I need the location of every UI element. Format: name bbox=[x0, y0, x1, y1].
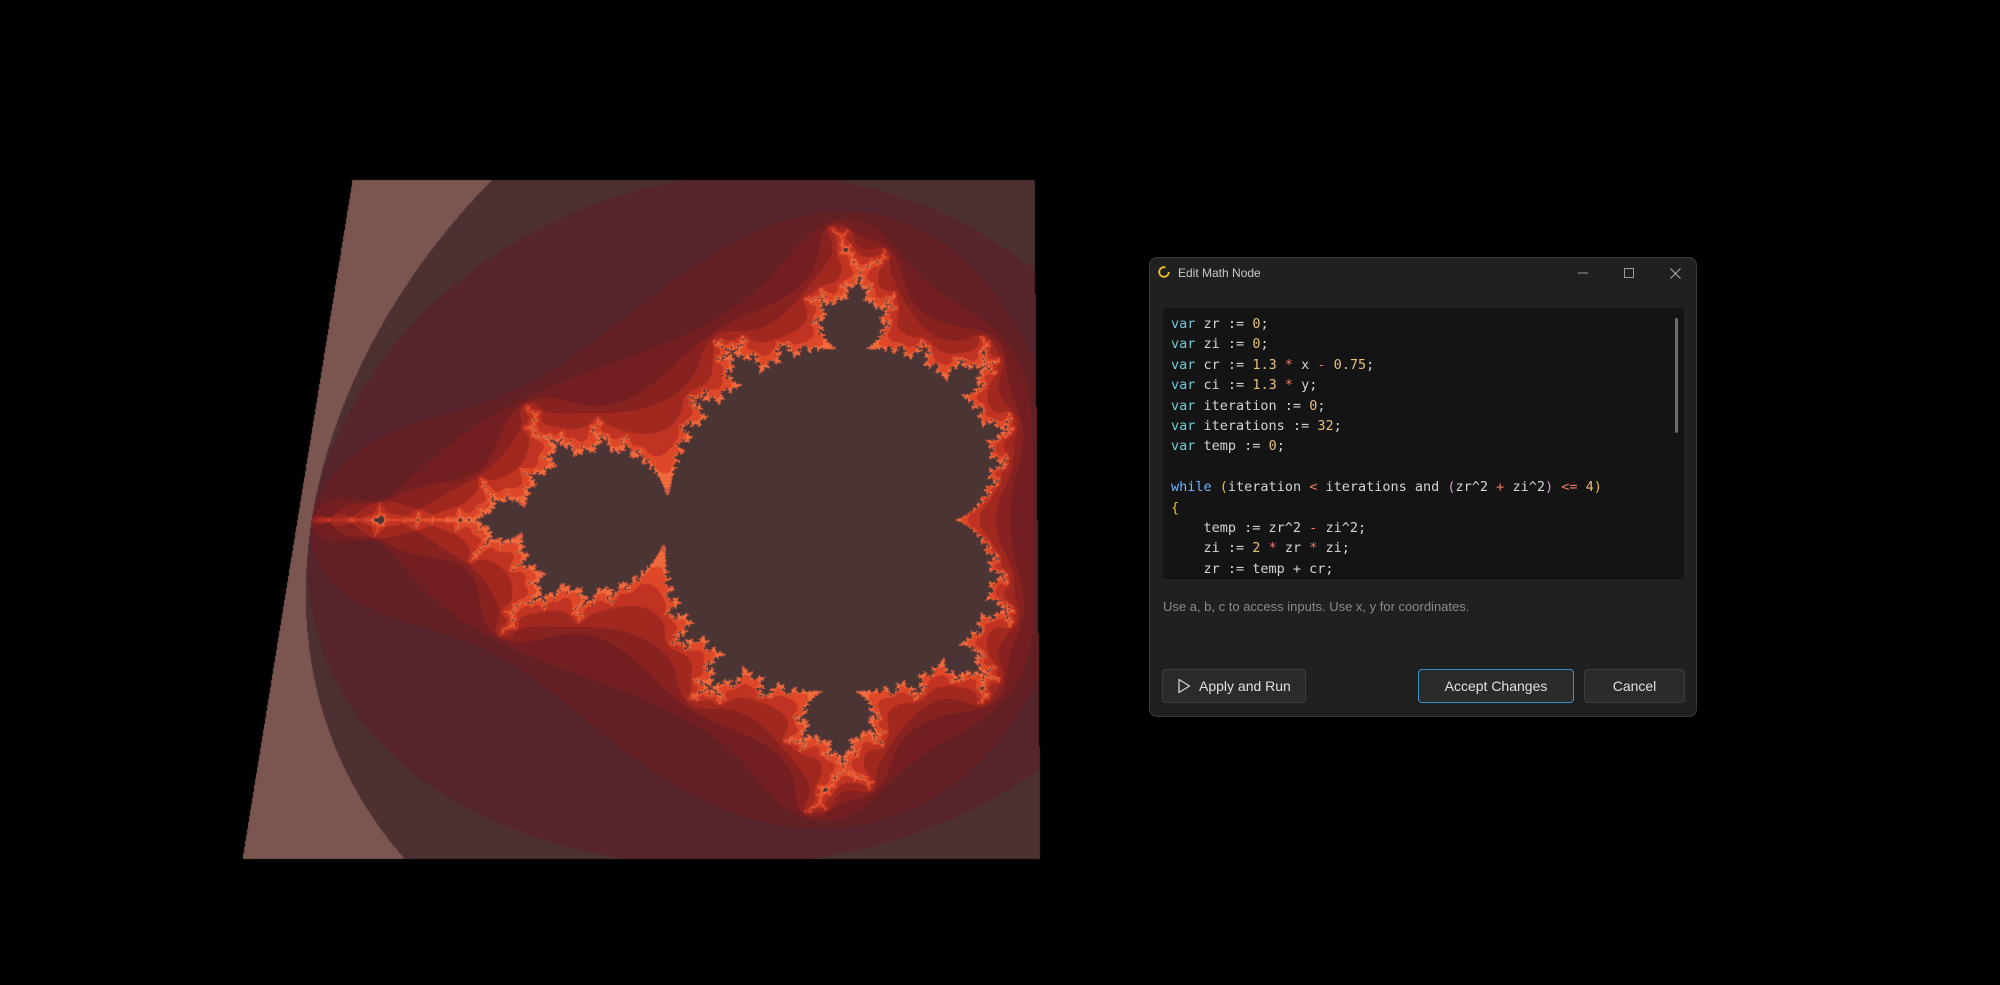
cancel-label: Cancel bbox=[1612, 678, 1657, 694]
code-token: := bbox=[1227, 377, 1245, 394]
code-token: var bbox=[1171, 316, 1196, 332]
code-line[interactable]: { bbox=[1171, 498, 1602, 518]
accept-changes-button[interactable]: Accept Changes bbox=[1418, 669, 1574, 703]
code-line[interactable]: zr := temp + cr; bbox=[1171, 559, 1602, 579]
code-token: := bbox=[1244, 438, 1261, 455]
code-token: iteration bbox=[1227, 479, 1310, 496]
code-token: zi; bbox=[1317, 540, 1350, 557]
dialog-title: Edit Math Node bbox=[1178, 266, 1261, 280]
code-token: zi bbox=[1195, 336, 1228, 353]
code-token: ; bbox=[1333, 417, 1342, 434]
code-token: 1.3 bbox=[1252, 377, 1277, 394]
code-token: 1.3 bbox=[1252, 356, 1277, 373]
code-token: := bbox=[1284, 397, 1302, 414]
fractal-preview bbox=[0, 0, 2000, 985]
code-line[interactable]: var temp := 0; bbox=[1171, 436, 1602, 456]
code-token: ; bbox=[1309, 377, 1318, 394]
code-token: zi := bbox=[1171, 540, 1253, 557]
code-token: ; bbox=[1276, 438, 1285, 455]
code-token: var bbox=[1171, 417, 1196, 434]
code-token: * bbox=[1284, 377, 1293, 394]
code-token: iteration bbox=[1195, 397, 1285, 414]
code-token: ) bbox=[1544, 479, 1554, 496]
code-line[interactable]: var zi := 0; bbox=[1171, 334, 1602, 354]
code-token: temp := zr^2 bbox=[1171, 519, 1310, 536]
title-bar[interactable]: Edit Math Node bbox=[1150, 258, 1696, 288]
code-token: 32 bbox=[1317, 417, 1334, 434]
code-token: ( bbox=[1219, 479, 1228, 496]
code-token: temp bbox=[1195, 438, 1245, 455]
editor-scrollbar[interactable] bbox=[1675, 318, 1678, 433]
code-line[interactable]: var iteration := 0; bbox=[1171, 396, 1602, 416]
code-token: := bbox=[1227, 336, 1245, 353]
code-line[interactable]: var iterations := 32; bbox=[1171, 416, 1602, 436]
code-token: y bbox=[1292, 377, 1310, 394]
code-token: 0.75 bbox=[1333, 356, 1367, 373]
code-line[interactable]: temp := zr^2 - zi^2; bbox=[1171, 518, 1602, 538]
app-icon bbox=[1158, 266, 1170, 278]
code-token: while bbox=[1171, 479, 1212, 496]
code-token: ; bbox=[1260, 336, 1269, 353]
code-token: ; bbox=[1260, 316, 1269, 332]
accept-changes-label: Accept Changes bbox=[1444, 678, 1548, 694]
code-token: zi^2 bbox=[1504, 479, 1545, 496]
code-token: iterations and bbox=[1317, 479, 1448, 496]
code-token: 4 bbox=[1585, 479, 1594, 496]
code-token: ; bbox=[1366, 356, 1375, 373]
code-token: var bbox=[1171, 438, 1196, 455]
code-editor[interactable]: var zr := 0; var zi := 0; var cr := 1.3 * … bbox=[1163, 308, 1684, 579]
usage-hint: Use a, b, c to access inputs. Use x, y f… bbox=[1163, 599, 1470, 614]
minimize-icon[interactable] bbox=[1560, 258, 1606, 288]
code-token: zi^2; bbox=[1317, 519, 1367, 536]
code-token: zr^2 bbox=[1455, 479, 1497, 496]
code-line[interactable] bbox=[1171, 457, 1602, 477]
apply-and-run-button[interactable]: Apply and Run bbox=[1162, 669, 1306, 703]
code-token: zr bbox=[1195, 316, 1228, 332]
code-token: - bbox=[1317, 356, 1326, 373]
code-token: <= bbox=[1561, 479, 1578, 496]
code-token: ) bbox=[1593, 479, 1602, 496]
code-token: var bbox=[1171, 356, 1196, 373]
code-token: var bbox=[1171, 336, 1196, 353]
code-line[interactable]: zi := 2 * zr * zi; bbox=[1171, 538, 1602, 558]
code-token: := bbox=[1292, 417, 1310, 434]
code-lines[interactable]: var zr := 0; var zi := 0; var cr := 1.3 * … bbox=[1171, 314, 1602, 579]
code-line[interactable]: var ci := 1.3 * y; bbox=[1171, 375, 1602, 395]
code-token: var bbox=[1171, 377, 1196, 394]
code-token: := bbox=[1227, 316, 1245, 332]
code-line[interactable]: var zr := 0; bbox=[1171, 314, 1602, 334]
code-token: zr := temp + cr; bbox=[1171, 560, 1334, 577]
code-token: var bbox=[1171, 397, 1196, 414]
code-token: iterations bbox=[1195, 417, 1293, 434]
code-token: * bbox=[1268, 540, 1277, 557]
cancel-button[interactable]: Cancel bbox=[1584, 669, 1685, 703]
apply-and-run-label: Apply and Run bbox=[1199, 678, 1291, 694]
code-token: cr bbox=[1195, 356, 1228, 373]
code-token: ci bbox=[1195, 377, 1228, 394]
code-token: := bbox=[1227, 356, 1245, 373]
close-icon[interactable] bbox=[1652, 258, 1698, 288]
code-token: { bbox=[1171, 499, 1180, 516]
edit-math-node-dialog: Edit Math Node var zr := 0; var zi := 0; v… bbox=[1149, 257, 1697, 717]
code-token: ( bbox=[1447, 479, 1456, 496]
code-token: 0 bbox=[1268, 438, 1277, 455]
code-token: zr bbox=[1276, 540, 1310, 557]
maximize-icon[interactable] bbox=[1606, 258, 1652, 288]
code-token: ; bbox=[1317, 397, 1326, 414]
code-token: * bbox=[1284, 356, 1293, 373]
code-token: x bbox=[1292, 356, 1318, 373]
code-line[interactable]: while (iteration < iterations and (zr^2 … bbox=[1171, 477, 1602, 497]
play-icon bbox=[1178, 678, 1191, 694]
code-line[interactable]: var cr := 1.3 * x - 0.75; bbox=[1171, 355, 1602, 375]
